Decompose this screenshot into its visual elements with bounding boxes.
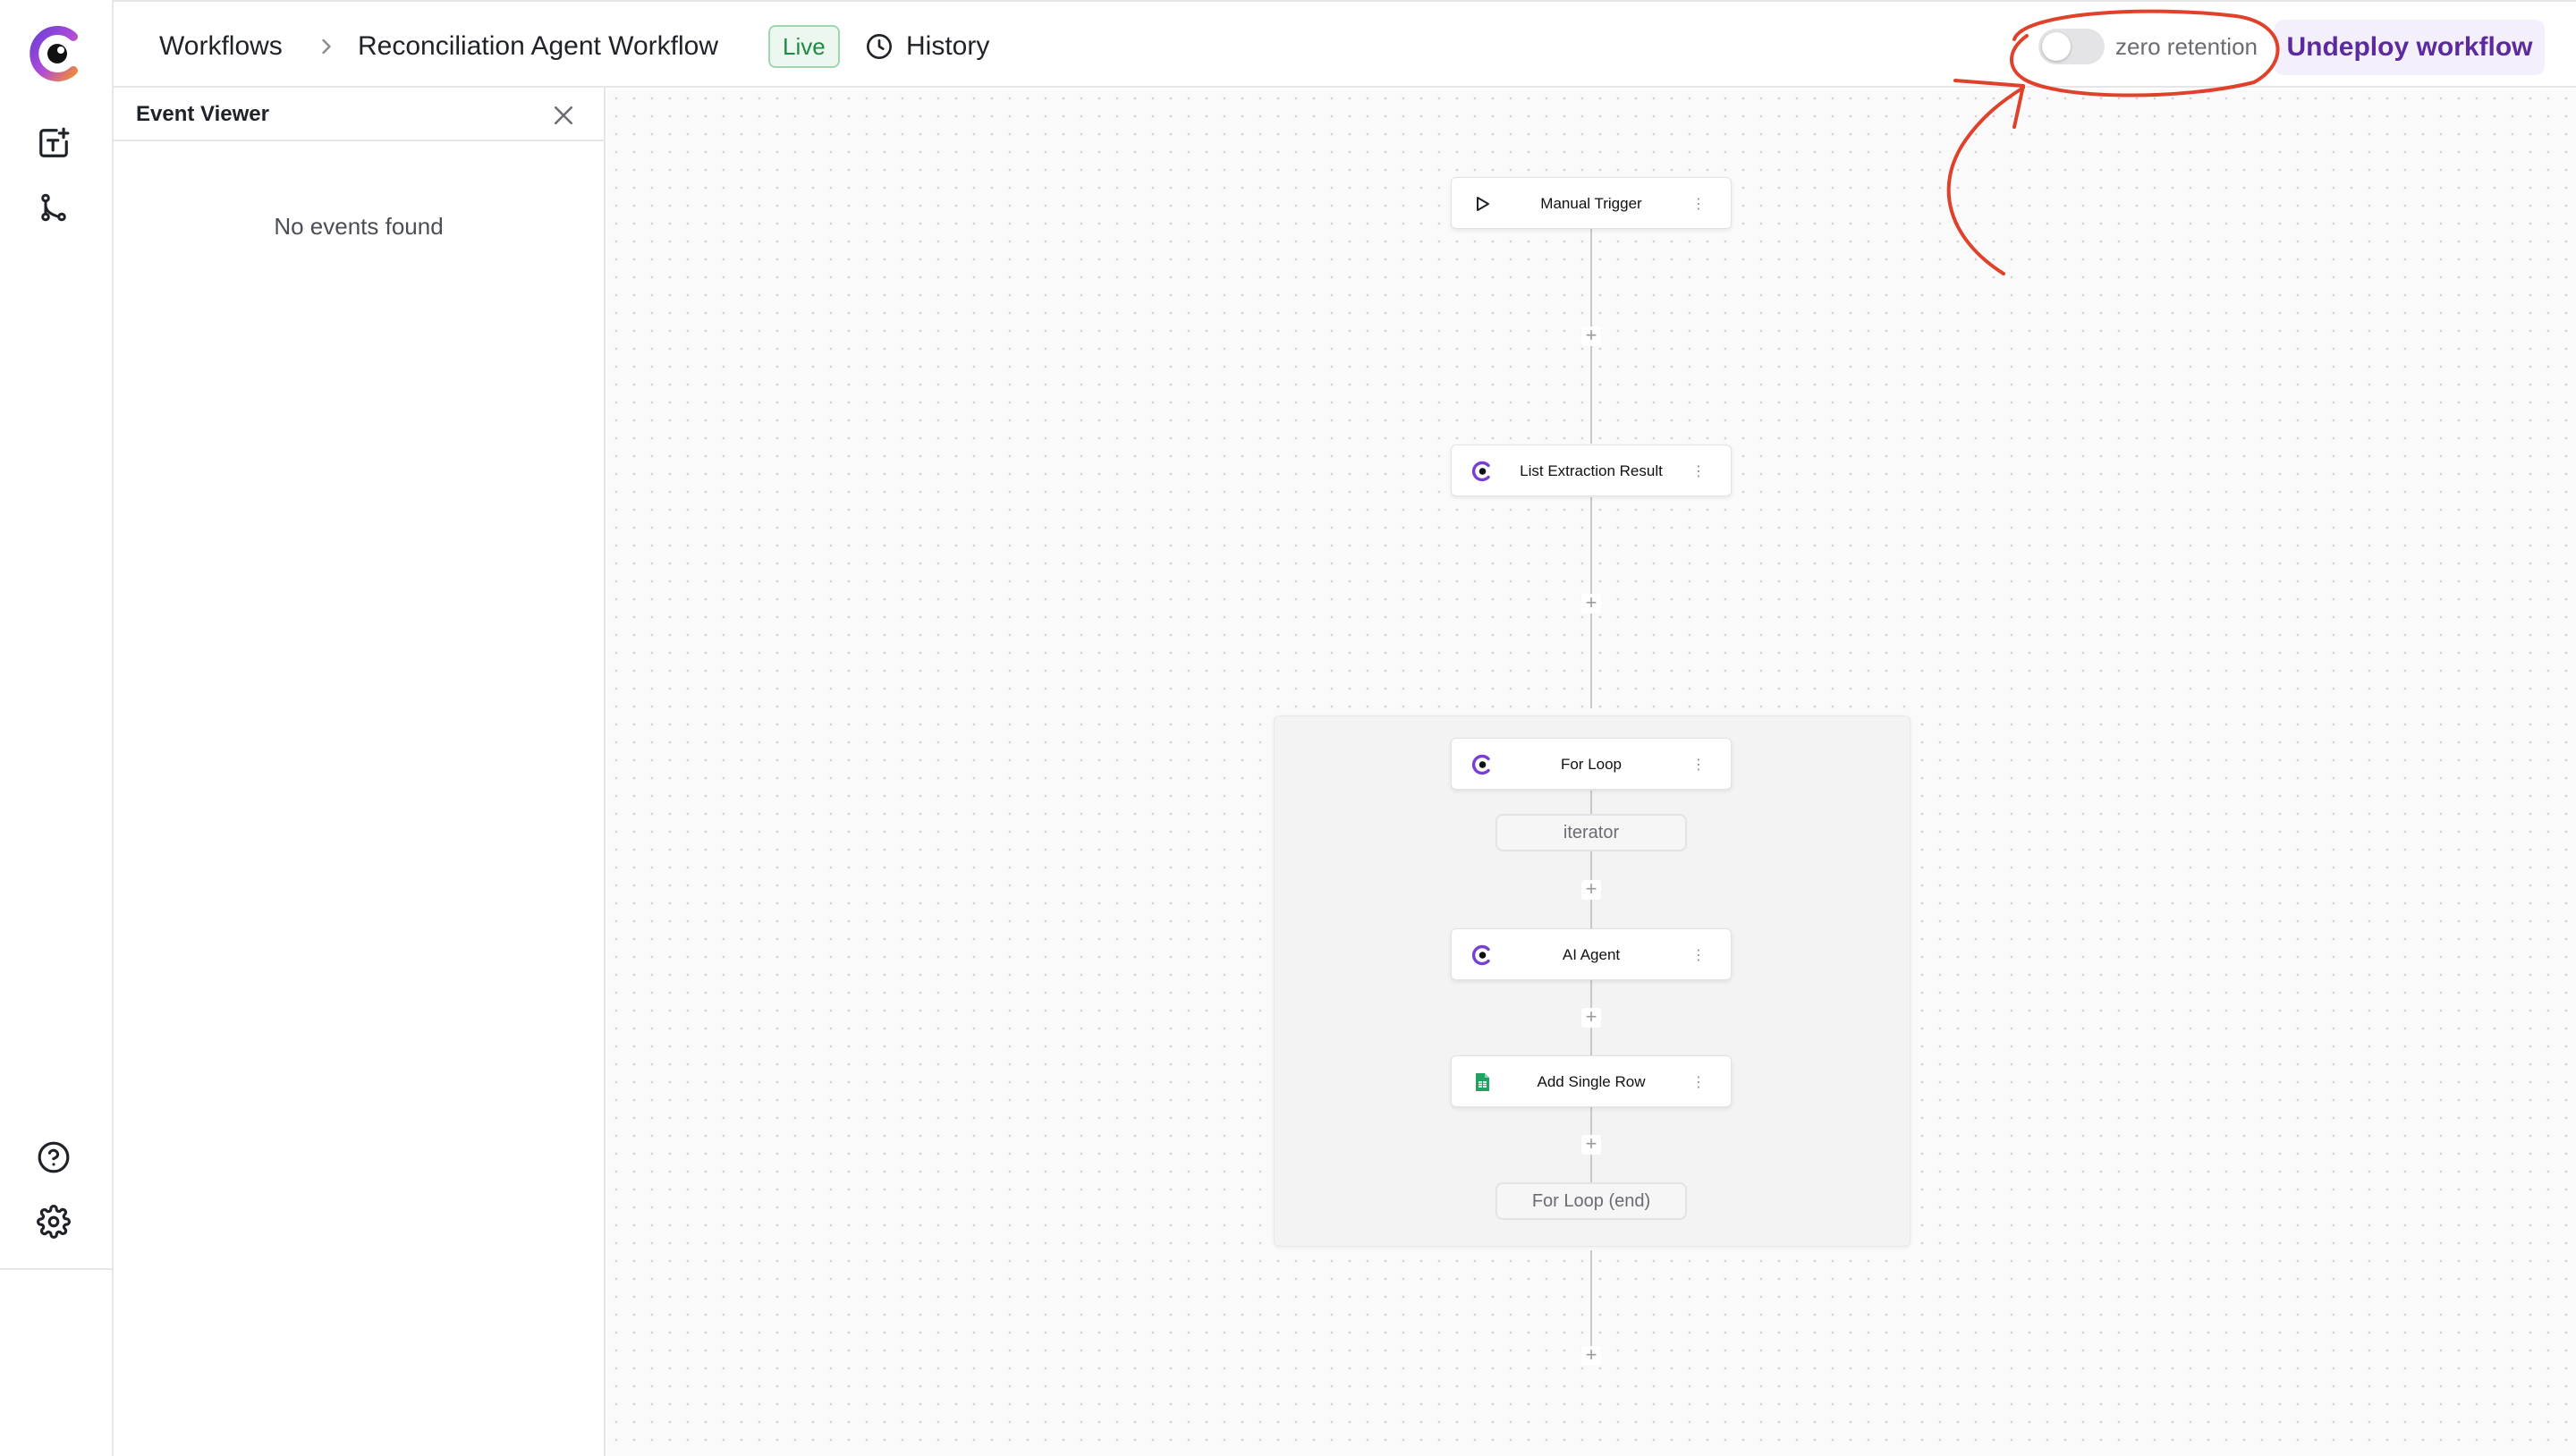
- more-vertical-icon[interactable]: ⋮: [1686, 943, 1711, 968]
- node-label: List Extraction Result: [1520, 462, 1663, 479]
- clock-icon: [867, 34, 892, 59]
- gear-icon: [37, 1205, 71, 1239]
- node-label: Add Single Row: [1537, 1073, 1646, 1090]
- app-logo-icon: [1471, 461, 1490, 482]
- rail-workflows-button[interactable]: [34, 188, 73, 227]
- rail-divider: [0, 1268, 114, 1270]
- nav-rail: [0, 0, 114, 1456]
- add-step-button[interactable]: +: [1581, 326, 1601, 346]
- add-step-button[interactable]: +: [1581, 879, 1601, 900]
- history-button[interactable]: History: [865, 27, 989, 66]
- add-step-button[interactable]: +: [1581, 1345, 1601, 1366]
- event-viewer-panel: Event Viewer No events found: [114, 88, 606, 1456]
- more-vertical-icon[interactable]: ⋮: [1686, 1070, 1711, 1095]
- zero-retention-toggle[interactable]: [2038, 29, 2105, 64]
- for-loop-group: [1274, 715, 1911, 1247]
- help-circle-icon: [38, 1141, 70, 1173]
- breadcrumb-current-workflow: Reconciliation Agent Workflow: [358, 31, 718, 61]
- add-step-button[interactable]: +: [1581, 593, 1601, 614]
- event-viewer-title: Event Viewer: [136, 102, 269, 126]
- zero-retention-control: zero retention: [2038, 27, 2258, 66]
- node-add-single-row[interactable]: Add Single Row ⋮: [1451, 1055, 1732, 1107]
- undeploy-workflow-button[interactable]: Undeploy workflow: [2275, 20, 2545, 75]
- rail-settings-button[interactable]: [34, 1202, 73, 1241]
- node-list-extraction-result[interactable]: List Extraction Result ⋮: [1451, 444, 1732, 496]
- for-loop-end-pill: For Loop (end): [1496, 1182, 1687, 1220]
- node-ai-agent[interactable]: AI Agent ⋮: [1451, 928, 1732, 980]
- play-icon: [1477, 197, 1489, 211]
- more-vertical-icon[interactable]: ⋮: [1686, 459, 1711, 484]
- chevron-right-icon: [322, 38, 331, 55]
- node-manual-trigger[interactable]: Manual Trigger ⋮: [1451, 177, 1732, 229]
- add-step-button[interactable]: +: [1581, 1134, 1601, 1155]
- node-label: Manual Trigger: [1540, 195, 1642, 212]
- add-document-icon: [39, 127, 70, 157]
- rail-add-item-button[interactable]: [34, 123, 73, 163]
- history-label: History: [906, 31, 990, 61]
- workflow-branch-icon: [41, 193, 66, 222]
- more-vertical-icon[interactable]: ⋮: [1686, 191, 1711, 216]
- breadcrumb-workflows-link[interactable]: Workflows: [159, 30, 283, 63]
- node-label: For Loop: [1560, 756, 1623, 773]
- connector-line: [1590, 791, 1592, 814]
- rail-help-button[interactable]: [34, 1138, 73, 1177]
- node-for-loop[interactable]: For Loop ⋮: [1451, 738, 1732, 790]
- top-bar: Workflows Reconciliation Agent Workflow …: [114, 0, 2576, 88]
- iterator-pill: iterator: [1496, 814, 1687, 851]
- app-logo-icon[interactable]: [27, 24, 84, 83]
- app-logo-icon: [1471, 754, 1490, 775]
- app-logo-icon: [1471, 944, 1490, 966]
- close-icon[interactable]: [550, 102, 577, 129]
- sheets-icon: [1476, 1073, 1489, 1091]
- zero-retention-label: zero retention: [2115, 32, 2258, 60]
- empty-state-text: No events found: [274, 213, 444, 240]
- status-badge: Live: [768, 25, 840, 68]
- connector-line: [1590, 1250, 1592, 1349]
- toggle-knob: [2042, 32, 2071, 61]
- node-label: AI Agent: [1562, 946, 1621, 963]
- event-viewer-header: Event Viewer: [114, 88, 604, 141]
- more-vertical-icon[interactable]: ⋮: [1686, 752, 1711, 777]
- add-step-button[interactable]: +: [1581, 1007, 1601, 1028]
